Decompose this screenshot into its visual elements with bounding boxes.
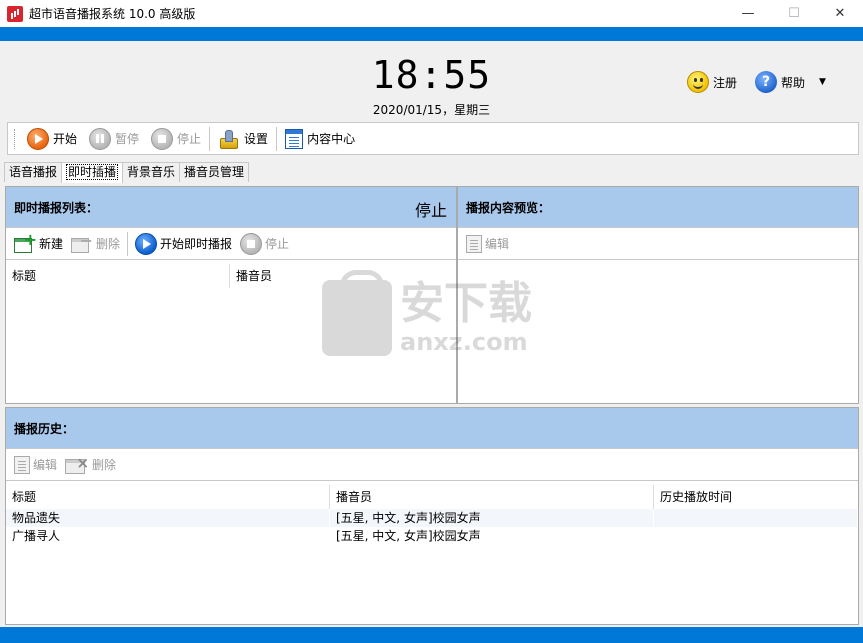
register-label: 注册 xyxy=(713,75,738,90)
window-controls: — ☐ ✕ xyxy=(725,0,863,27)
chevron-down-icon[interactable]: ▼ xyxy=(819,77,826,87)
preview-panel: 播报内容预览： 编辑 xyxy=(457,186,859,404)
instant-stop-label: 停止 xyxy=(265,237,290,251)
preview-edit-button[interactable]: 编辑 xyxy=(462,230,513,258)
new-button[interactable]: 新建 xyxy=(10,230,67,258)
tab-announcer-management[interactable]: 播音员管理 xyxy=(179,162,250,182)
column-header-title[interactable]: 标题 xyxy=(6,264,230,288)
delete-button[interactable]: 删除 xyxy=(67,230,124,258)
table-row[interactable]: 广播寻人 [五星, 中文, 女声]校园女声 xyxy=(6,527,858,545)
maximize-button[interactable]: ☐ xyxy=(771,0,817,27)
delete-label: 删除 xyxy=(96,237,121,251)
history-title: 播报历史： xyxy=(14,421,75,436)
pause-icon xyxy=(89,127,112,150)
tab-label: 即时插播 xyxy=(66,164,119,180)
cell-play-time xyxy=(654,527,858,545)
preview-edit-label: 编辑 xyxy=(485,237,510,251)
window-title: 超市语音播报系统 10.0 高级版 xyxy=(29,7,196,21)
tab-voice-broadcast[interactable]: 语音播报 xyxy=(4,162,63,182)
toolbar-separator xyxy=(209,126,211,151)
add-icon xyxy=(14,230,37,253)
settings-button[interactable]: 设置 xyxy=(212,125,274,153)
minimize-button[interactable]: — xyxy=(725,0,771,27)
cell-title: 广播寻人 xyxy=(6,527,330,545)
settings-icon xyxy=(218,128,240,150)
play-icon xyxy=(135,232,158,255)
tab-instant-insert[interactable]: 即时插播 xyxy=(61,162,124,183)
top-accent-bar xyxy=(0,27,863,41)
main-toolbar: 开始 暂停 停止 设置 内容中心 xyxy=(7,122,859,155)
help-icon: ? xyxy=(755,71,777,93)
help-label: 帮助 xyxy=(781,75,806,90)
tab-label: 背景音乐 xyxy=(127,165,176,179)
document-icon xyxy=(285,128,304,149)
start-instant-button[interactable]: 开始即时播报 xyxy=(131,230,236,258)
play-icon xyxy=(27,127,49,150)
stop-button[interactable]: 停止 xyxy=(145,125,207,153)
pause-label: 暂停 xyxy=(115,132,140,146)
edit-icon xyxy=(14,455,30,474)
history-edit-button[interactable]: 编辑 xyxy=(10,451,61,479)
stop-label: 停止 xyxy=(177,132,202,146)
stop-icon xyxy=(151,127,174,150)
cell-announcer: [五星, 中文, 女声]校园女声 xyxy=(330,509,654,527)
table-row[interactable]: 物品遗失 [五星, 中文, 女声]校园女声 xyxy=(6,509,858,527)
history-header: 播报历史： xyxy=(6,408,858,448)
help-button[interactable]: ? 帮助 ▼ xyxy=(755,71,826,93)
content-center-button[interactable]: 内容中心 xyxy=(279,125,361,153)
preview-title: 播报内容预览： xyxy=(466,200,551,215)
smiley-icon xyxy=(687,71,709,93)
history-delete-label: 删除 xyxy=(92,458,117,472)
column-header-announcer[interactable]: 播音员 xyxy=(230,264,456,288)
start-instant-label: 开始即时播报 xyxy=(160,237,233,251)
new-label: 新建 xyxy=(39,237,64,251)
app-icon xyxy=(7,5,23,22)
instant-list-title: 即时播报列表： xyxy=(14,200,99,215)
toolbar-grip[interactable] xyxy=(14,128,17,149)
start-label: 开始 xyxy=(53,132,78,146)
toolbar-separator xyxy=(127,231,129,256)
cell-announcer: [五星, 中文, 女声]校园女声 xyxy=(330,527,654,545)
remove-icon xyxy=(71,231,93,253)
instant-list-toolbar: 新建 删除 开始即时播报 停止 xyxy=(6,227,456,260)
delete-icon xyxy=(65,454,89,474)
clock-header: 18:55 2020/01/15，星期三 注册 ? 帮助 ▼ xyxy=(0,41,863,121)
pause-button[interactable]: 暂停 xyxy=(83,125,145,153)
bottom-status-bar xyxy=(0,627,863,643)
history-delete-button[interactable]: 删除 xyxy=(61,451,120,479)
column-header-title[interactable]: 标题 xyxy=(6,485,330,509)
title-bar: 超市语音播报系统 10.0 高级版 — ☐ ✕ xyxy=(0,0,863,27)
toolbar-separator xyxy=(276,126,278,151)
column-header-play-time[interactable]: 历史播放时间 xyxy=(654,485,858,509)
settings-label: 设置 xyxy=(244,132,269,146)
tab-background-music[interactable]: 背景音乐 xyxy=(122,162,181,182)
preview-header: 播报内容预览： xyxy=(458,187,858,227)
instant-list-panel: 即时播报列表： 停止 新建 删除 开始即时播报 停止 标题 播音员 xyxy=(5,186,457,404)
start-button[interactable]: 开始 xyxy=(21,125,83,153)
close-button[interactable]: ✕ xyxy=(817,0,863,27)
instant-list-table-header: 标题 播音员 xyxy=(6,264,456,288)
register-button[interactable]: 注册 xyxy=(687,71,737,93)
column-header-announcer[interactable]: 播音员 xyxy=(330,485,654,509)
clock-date: 2020/01/15，星期三 xyxy=(372,103,491,117)
history-edit-label: 编辑 xyxy=(33,458,58,472)
main-tabs: 语音播报 即时插播 背景音乐 播音员管理 xyxy=(4,162,250,183)
stop-icon xyxy=(240,232,263,255)
history-table-header: 标题 播音员 历史播放时间 xyxy=(6,485,858,509)
cell-title: 物品遗失 xyxy=(6,509,330,527)
tab-label: 语音播报 xyxy=(9,165,58,179)
instant-stop-button[interactable]: 停止 xyxy=(236,230,293,258)
edit-icon xyxy=(466,234,482,253)
content-center-label: 内容中心 xyxy=(307,132,356,146)
history-panel: 播报历史： 编辑 删除 标题 播音员 历史播放时间 物品遗失 [五星, 中文, … xyxy=(5,407,859,625)
preview-toolbar: 编辑 xyxy=(458,227,858,260)
history-toolbar: 编辑 删除 xyxy=(6,448,858,481)
tab-label: 播音员管理 xyxy=(184,165,245,179)
instant-list-header: 即时播报列表： 停止 xyxy=(6,187,456,227)
broadcast-status: 停止 xyxy=(414,201,447,220)
cell-play-time xyxy=(654,509,858,527)
